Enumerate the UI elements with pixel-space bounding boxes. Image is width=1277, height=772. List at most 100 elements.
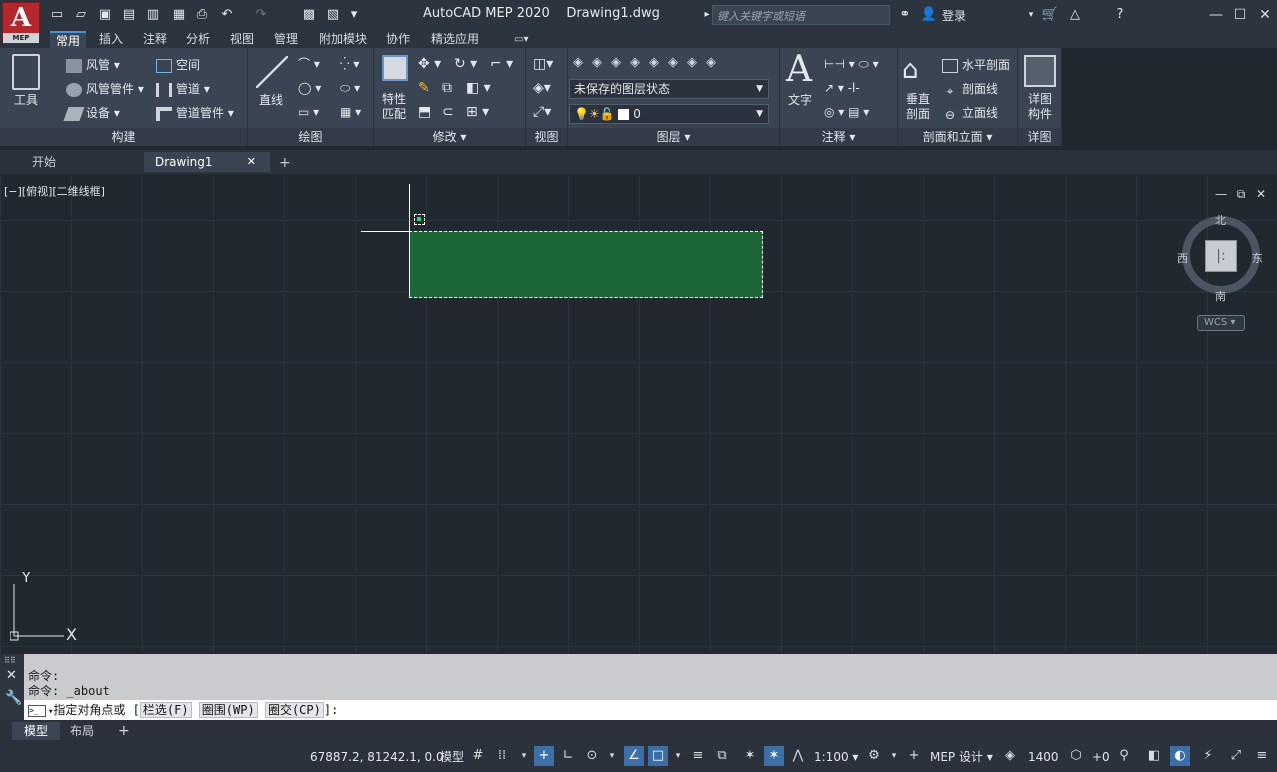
file-tab-drawing1[interactable]: Drawing1 ✕ xyxy=(144,152,270,172)
print-icon[interactable]: ⎙ xyxy=(193,6,211,24)
binoculars-icon[interactable]: ⚭ xyxy=(896,6,914,24)
tab-manage[interactable]: 管理 xyxy=(268,31,304,48)
wcs-menu[interactable]: WCS ▾ xyxy=(1197,315,1245,331)
detail-component-button[interactable]: 详图 构件 xyxy=(1028,92,1052,122)
login-label[interactable]: 登录 xyxy=(942,7,966,24)
annotation-scale-value[interactable]: 1:100 ▾ xyxy=(814,747,858,767)
compass-west[interactable]: 西 xyxy=(1177,250,1188,266)
line-icon[interactable] xyxy=(256,56,288,88)
save-icon[interactable]: ▣ xyxy=(96,6,114,24)
lineweight-icon[interactable]: ≡ xyxy=(688,746,708,766)
ribbon-toggle-icon[interactable]: ▭▾ xyxy=(508,31,534,48)
workspace-gear-icon[interactable]: ⚙ xyxy=(864,746,884,766)
match-properties-button[interactable]: 特性 匹配 xyxy=(382,92,406,122)
file-tab-start[interactable]: 开始 xyxy=(2,152,142,172)
model-space-toggle[interactable]: 模型 xyxy=(440,747,464,767)
tab-collaborate[interactable]: 协作 xyxy=(380,31,416,48)
viewcube-top-face[interactable]: |: xyxy=(1205,240,1237,272)
clean-screen-icon[interactable]: ⚡ xyxy=(1198,746,1218,766)
tools-button[interactable]: 工具 xyxy=(14,92,38,108)
tab-addins[interactable]: 附加模块 xyxy=(313,31,373,48)
annotation-visibility-icon[interactable]: ✶ xyxy=(740,746,760,766)
tab-view[interactable]: 视图 xyxy=(224,31,260,48)
customize-quick-access-icon[interactable]: ▾ xyxy=(345,6,363,24)
new-tab-icon[interactable]: + xyxy=(279,155,291,171)
offset-icon[interactable]: ⊂ xyxy=(442,104,454,120)
erase-icon[interactable]: ✎ xyxy=(418,80,430,96)
pipe-button[interactable]: 管道 ▾ xyxy=(156,81,210,97)
fullscreen-icon[interactable]: ⤢ xyxy=(1226,746,1246,766)
mirror-icon[interactable]: ◧ ▾ xyxy=(466,80,491,96)
workspace-icon[interactable]: ▩ xyxy=(300,6,318,24)
compass-north[interactable]: 北 xyxy=(1215,212,1226,228)
compass-east[interactable]: 东 xyxy=(1252,250,1263,266)
isolate-objects-icon[interactable]: ◧ xyxy=(1144,746,1164,766)
close-tab-icon[interactable]: ✕ xyxy=(247,152,256,172)
rotate-icon[interactable]: ↻ ▾ xyxy=(454,56,477,72)
duct-button[interactable]: 风管 ▾ xyxy=(66,57,120,73)
cut-plane-value[interactable]: 1400 xyxy=(1028,747,1059,767)
viewport-minimize-icon[interactable]: — xyxy=(1210,184,1232,204)
properties-icon[interactable]: ▧ xyxy=(324,6,342,24)
line-button[interactable]: 直线 xyxy=(259,92,283,108)
close-command-icon[interactable]: ✕ xyxy=(6,668,17,683)
vertical-section-button[interactable]: 垂直 剖面 xyxy=(906,92,930,122)
text-button[interactable]: 文字 xyxy=(788,92,812,108)
cart-icon[interactable]: 🛒 xyxy=(1041,6,1059,24)
quick-properties-icon[interactable]: ⚲ xyxy=(1114,746,1134,766)
tab-analyze[interactable]: 分析 xyxy=(180,31,216,48)
snap-dropdown-icon[interactable]: ▾ xyxy=(514,746,534,766)
text-icon[interactable]: A xyxy=(786,50,812,90)
auto-scale-icon[interactable]: ✶ xyxy=(764,746,784,766)
ortho-icon[interactable]: ∟ xyxy=(558,746,578,766)
polar-dropdown-icon[interactable]: ▾ xyxy=(602,746,622,766)
coordinates-readout[interactable]: 67887.2, 81242.1, 0.0 xyxy=(310,747,444,767)
leader-icon[interactable]: ↗ ▾ -l- xyxy=(824,80,860,96)
gear-dropdown-icon[interactable]: ▾ xyxy=(884,746,904,766)
circle-icon[interactable]: ◯ ▾ xyxy=(298,80,321,96)
stretch-icon[interactable]: ⬒ xyxy=(418,104,431,120)
minimize-icon[interactable]: — xyxy=(1205,5,1227,25)
open-web-icon[interactable]: ▥ xyxy=(144,6,162,24)
view-manager-icon[interactable]: ◈▾ xyxy=(533,80,551,96)
save-as-icon[interactable]: ▤ xyxy=(120,6,138,24)
cut-plane-icon[interactable]: ◈ xyxy=(1000,746,1020,766)
tab-layout[interactable]: 布局 xyxy=(62,722,102,740)
duct-fitting-button[interactable]: 风管管件 ▾ xyxy=(66,81,144,97)
workspace-selector[interactable]: MEP 设计 ▾ xyxy=(930,747,993,767)
tab-featured-apps[interactable]: 精选应用 xyxy=(425,31,485,48)
option-wpolygon[interactable]: 圈围(WP) xyxy=(198,702,258,718)
user-icon[interactable]: 👤 xyxy=(920,6,938,24)
isodraft-icon[interactable]: ∠ xyxy=(624,746,644,766)
new-file-icon[interactable]: ▭ xyxy=(48,6,66,24)
osnap-dropdown-icon[interactable]: ▾ xyxy=(668,746,688,766)
compass-south[interactable]: 南 xyxy=(1215,288,1226,304)
polar-tracking-icon[interactable]: ⊙ xyxy=(582,746,602,766)
option-fence[interactable]: 栏选(F) xyxy=(139,702,192,718)
a360-icon[interactable]: △ xyxy=(1066,6,1084,24)
viewport-restore-icon[interactable]: ⧉ xyxy=(1230,184,1252,204)
redo-icon[interactable]: ↷ xyxy=(252,6,270,24)
tools-icon[interactable] xyxy=(12,54,40,90)
annotation-monitor-icon[interactable]: + xyxy=(904,746,924,766)
ellipse-icon[interactable]: ⬭ ▾ xyxy=(340,80,360,96)
move-icon[interactable]: ✥ ▾ xyxy=(418,56,441,72)
dimension-icon[interactable]: ⊢⊣ ▾ ⬭ ▾ xyxy=(824,56,879,72)
help-icon[interactable]: ? xyxy=(1111,6,1129,24)
detail-component-icon[interactable] xyxy=(1024,55,1056,87)
hatch-icon[interactable]: ▦ ▾ xyxy=(340,104,361,120)
polyline-icon[interactable]: ⌒ ▾ xyxy=(298,56,320,72)
table-icon[interactable]: ◎ ▾ ▤ ▾ xyxy=(824,104,869,120)
elevation-line-button[interactable]: ⊖ 立面线 xyxy=(942,105,998,122)
grid-icon[interactable]: # xyxy=(468,746,488,766)
login-dropdown-icon[interactable]: ▾ xyxy=(1022,6,1040,24)
open-file-icon[interactable]: ▱ xyxy=(72,6,90,24)
tab-home[interactable]: 常用 xyxy=(50,31,87,48)
viewport-close-icon[interactable]: ✕ xyxy=(1250,184,1272,204)
vertical-section-icon[interactable]: ⌂ xyxy=(902,55,919,85)
snap-icon[interactable]: ⁞⁞ xyxy=(492,746,512,766)
tab-model[interactable]: 模型 xyxy=(12,722,60,740)
customize-status-icon[interactable]: ≡ xyxy=(1252,746,1272,766)
option-cpolygon[interactable]: 圈交(CP) xyxy=(264,702,324,718)
section-line-button[interactable]: ⌖ 剖面线 xyxy=(942,81,998,98)
